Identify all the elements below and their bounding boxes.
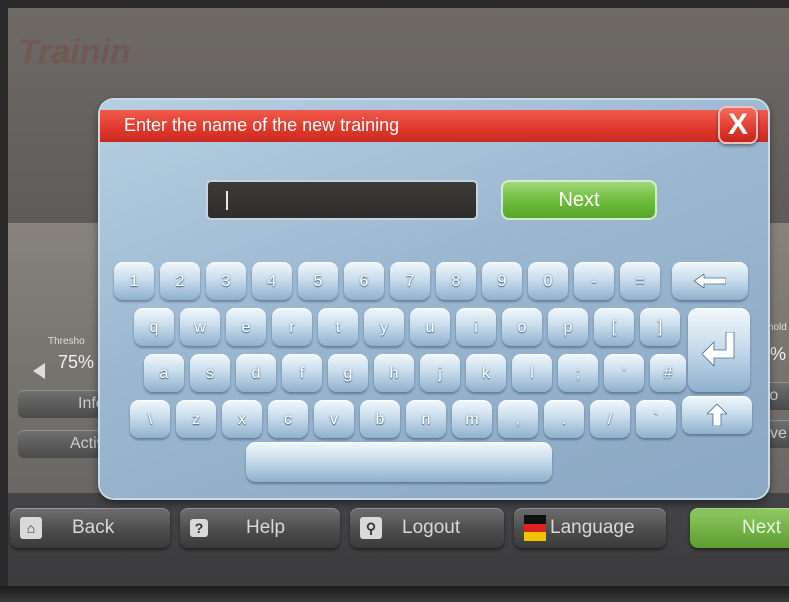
key-slash[interactable]: / [590, 400, 630, 438]
key-hash[interactable]: # [650, 354, 686, 392]
key-close-bracket[interactable]: ] [640, 308, 680, 346]
key-o[interactable]: o [502, 308, 542, 346]
enter-key[interactable] [688, 308, 750, 392]
key-1[interactable]: 1 [114, 262, 154, 300]
keyhole-icon: ⚲ [360, 517, 382, 539]
key-k[interactable]: k [466, 354, 506, 392]
monitor-bezel [0, 586, 789, 602]
left-arrow-icon[interactable] [33, 363, 45, 379]
key-a[interactable]: a [144, 354, 184, 392]
key-q[interactable]: q [134, 308, 174, 346]
training-name-input[interactable] [206, 180, 478, 220]
threshold-value-left: 75% [58, 352, 95, 372]
backspace-key[interactable] [672, 262, 748, 300]
dialog-title-bar: Enter the name of the new training [100, 110, 768, 142]
key-l[interactable]: l [512, 354, 552, 392]
key-m[interactable]: m [452, 400, 492, 438]
key-n[interactable]: n [406, 400, 446, 438]
language-label: Language [550, 517, 635, 538]
key-w[interactable]: w [180, 308, 220, 346]
key-v[interactable]: v [314, 400, 354, 438]
key-apostrophe[interactable]: ' [604, 354, 644, 392]
key-4[interactable]: 4 [252, 262, 292, 300]
key-0[interactable]: 0 [528, 262, 568, 300]
key-comma[interactable]: , [498, 400, 538, 438]
key-s[interactable]: s [190, 354, 230, 392]
key-9[interactable]: 9 [482, 262, 522, 300]
key-7[interactable]: 7 [390, 262, 430, 300]
key-5[interactable]: 5 [298, 262, 338, 300]
key-backslash[interactable]: \ [130, 400, 170, 438]
background-logo: Trainin [18, 33, 131, 71]
key-backtick[interactable]: ` [636, 400, 676, 438]
key-i[interactable]: i [456, 308, 496, 346]
next-button-bottom[interactable]: Next [690, 508, 789, 548]
close-button[interactable]: X [718, 106, 758, 144]
language-flag-icon [524, 515, 546, 541]
key-t[interactable]: t [318, 308, 358, 346]
next-label-bottom: Next [742, 517, 782, 538]
key-f[interactable]: f [282, 354, 322, 392]
key-u[interactable]: u [410, 308, 450, 346]
key-3[interactable]: 3 [206, 262, 246, 300]
space-bar[interactable] [246, 442, 552, 482]
key-d[interactable]: d [236, 354, 276, 392]
key-z[interactable]: z [176, 400, 216, 438]
logout-label: Logout [402, 517, 461, 538]
key-c[interactable]: c [268, 400, 308, 438]
key-8[interactable]: 8 [436, 262, 476, 300]
key-open-bracket[interactable]: [ [594, 308, 634, 346]
key-2[interactable]: 2 [160, 262, 200, 300]
next-button[interactable]: Next [501, 180, 657, 220]
new-training-dialog: Enter the name of the new training X Nex… [100, 100, 768, 498]
key-j[interactable]: j [420, 354, 460, 392]
enter-return-icon [702, 332, 735, 367]
key-h[interactable]: h [374, 354, 414, 392]
text-caret [226, 191, 228, 210]
back-label: Back [72, 517, 115, 538]
help-label: Help [246, 517, 286, 538]
shift-key[interactable] [682, 396, 752, 434]
key-b[interactable]: b [360, 400, 400, 438]
help-button[interactable]: ? Help [180, 508, 340, 548]
key-6[interactable]: 6 [344, 262, 384, 300]
logout-button[interactable]: ⚲ Logout [350, 508, 504, 548]
threshold-label-left: Thresho [48, 336, 85, 347]
home-icon: ⌂ [20, 517, 42, 539]
shift-up-arrow-icon [707, 404, 727, 426]
help-icon: ? [190, 519, 208, 537]
key-g[interactable]: g [328, 354, 368, 392]
key-minus[interactable]: - [574, 262, 614, 300]
key-x[interactable]: x [222, 400, 262, 438]
key-semicolon[interactable]: ; [558, 354, 598, 392]
key-e[interactable]: e [226, 308, 266, 346]
key-p[interactable]: p [548, 308, 588, 346]
kiosk-screen: Trainin Thresho 75% Info Activ reshold 5… [8, 8, 789, 590]
key-equals[interactable]: = [620, 262, 660, 300]
key-y[interactable]: y [364, 308, 404, 346]
back-button[interactable]: ⌂ Back [10, 508, 170, 548]
key-period[interactable]: . [544, 400, 584, 438]
key-r[interactable]: r [272, 308, 312, 346]
language-button[interactable]: Language [514, 508, 666, 548]
backspace-arrow-icon [694, 274, 726, 288]
dialog-title: Enter the name of the new training [124, 115, 400, 135]
